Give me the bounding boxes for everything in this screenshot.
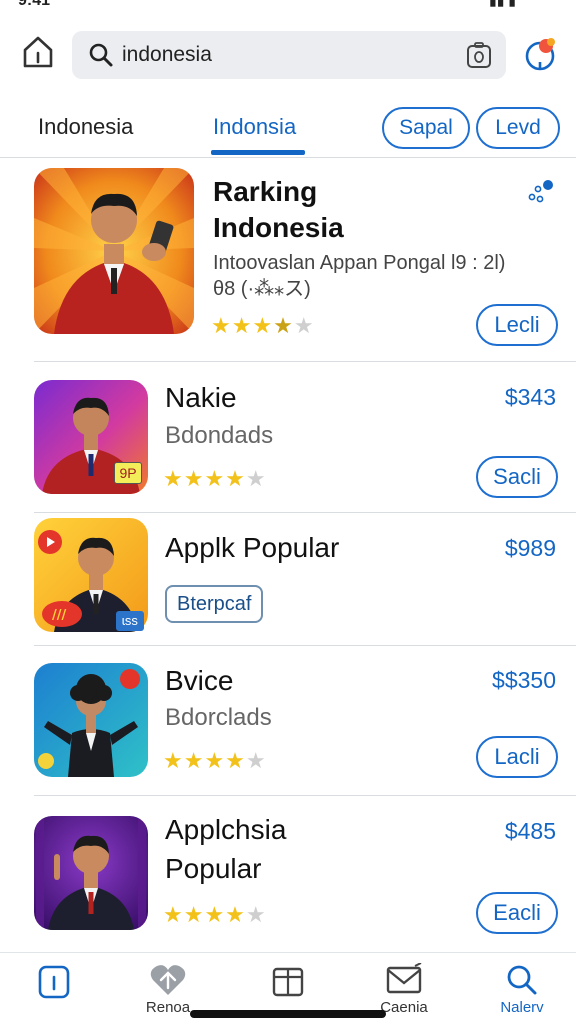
filter-pill-levd[interactable]: Levd [476, 107, 560, 149]
app-title-line2: Popular [165, 853, 262, 884]
more-dots-icon[interactable] [526, 178, 554, 204]
status-indicators: ▮▮ ▮ [488, 0, 516, 8]
camera-icon[interactable] [466, 41, 492, 69]
svg-text:///: /// [52, 608, 66, 623]
app-icon [34, 816, 148, 930]
search-icon [89, 43, 113, 67]
filter-pill-sapal[interactable]: Sapal [382, 107, 470, 149]
app-price: $989 [504, 535, 556, 561]
app-title: Bvice [165, 665, 234, 696]
tab-indonesia[interactable]: Indonesia [38, 114, 133, 140]
search-input[interactable]: indonesia [122, 43, 212, 67]
featured-title-line1: Rarking [213, 176, 318, 207]
featured-desc-line1: Intoovaslan Appan Pongal l9 : 2l) [213, 252, 506, 274]
nav-search[interactable]: Nalerv [482, 963, 562, 1024]
status-bar: 9:41 ▮▮ ▮ [0, 0, 576, 14]
app-title-line1: Applchsia [165, 814, 287, 845]
featured-get-button[interactable]: Lecli [476, 304, 558, 346]
list-item[interactable]: 9P Nakie Bdondads $343 ★★★★★ Sacli [0, 362, 576, 512]
app-get-button[interactable]: Lacli [476, 736, 558, 778]
app-icon [34, 663, 148, 777]
nav-home[interactable] [14, 963, 94, 1024]
app-badge: ɩss [116, 611, 144, 631]
search-bar[interactable]: indonesia [72, 31, 506, 79]
heart-icon [150, 965, 186, 995]
tab-indonsia[interactable]: Indonsia [213, 114, 296, 140]
list-item[interactable]: Applchsia Popular $485 ★★★★★ Eacli [0, 796, 576, 951]
active-tab-indicator [211, 150, 305, 155]
home-indicator[interactable] [190, 1010, 386, 1018]
app-rating: ★★★★★ [163, 902, 267, 927]
app-tag[interactable]: Bterpcaf [165, 585, 264, 623]
status-time: 9:41 [18, 0, 51, 9]
nav-search-label: Nalerv [500, 999, 544, 1016]
mail-icon [386, 963, 422, 994]
featured-title-line2: Indonesia [213, 212, 344, 243]
app-get-button[interactable]: Eacli [476, 892, 558, 934]
list-item[interactable]: Bvice Bdorclads $$350 ★★★★★ Lacli [0, 646, 576, 795]
app-price: $$350 [492, 667, 556, 693]
app-rating: ★★★★★ [163, 466, 267, 491]
profile-icon[interactable] [520, 32, 560, 76]
app-get-button[interactable]: Sacli [476, 456, 558, 498]
list-item[interactable]: /// ɩss Applk Popular $989 Bterpcaf [0, 513, 576, 645]
tab-bar: Indonesia Indonsia Sapal Levd [0, 100, 576, 158]
home-icon [38, 965, 70, 999]
featured-rating: ★★★★★ [211, 313, 315, 338]
app-title: Nakie [165, 382, 237, 413]
app-subtitle: Bdondads [165, 422, 274, 449]
header: indonesia [0, 22, 576, 88]
featured-item[interactable]: Rarking Indonesia Intoovaslan Appan Pong… [0, 158, 576, 362]
app-price: $343 [504, 384, 556, 410]
app-title: Applk Popular [165, 532, 340, 563]
home-icon[interactable] [18, 32, 58, 72]
app-price: $485 [504, 818, 556, 844]
search-icon [507, 965, 537, 995]
app-subtitle: Bdorclads [165, 704, 272, 731]
app-rating: ★★★★★ [163, 748, 267, 773]
app-badge: 9P [114, 462, 142, 484]
box-icon [272, 967, 304, 997]
featured-app-icon [34, 168, 194, 334]
featured-desc-line2: θ8 (·⁂⁎ス) [213, 278, 311, 300]
